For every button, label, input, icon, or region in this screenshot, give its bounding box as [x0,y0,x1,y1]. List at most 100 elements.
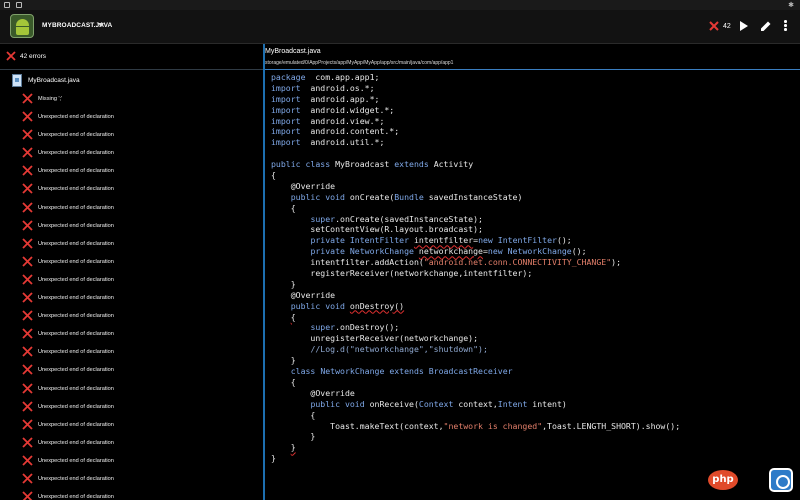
code-token: android.view.*; [300,115,385,126]
error-item[interactable]: Unexpected end of declaration [22,271,262,289]
error-item[interactable]: Unexpected end of declaration [22,180,262,198]
code-token: android.app.*; [300,93,380,104]
run-icon[interactable] [740,21,748,31]
code-token: android.os.*; [300,82,375,93]
error-item[interactable]: Unexpected end of declaration [22,434,262,452]
code-line: { [271,377,680,388]
code-token: { [271,376,296,387]
error-message: Unexpected end of declaration [38,295,114,302]
error-item[interactable]: Unexpected end of declaration [22,108,262,126]
error-icon [22,491,33,500]
code-token: networkchange [418,246,483,257]
code-token: import [271,137,301,148]
code-line: @Override [271,388,680,399]
code-line: import android.widget.*; [271,105,680,116]
java-file-icon [12,74,22,87]
notification-icon [4,2,10,8]
error-item[interactable]: Unexpected end of declaration [22,380,262,398]
error-item[interactable]: Unexpected end of declaration [22,253,262,271]
code-token: .onCreate(savedInstanceState); [335,213,483,224]
error-item[interactable]: Unexpected end of declaration [22,217,262,235]
error-count[interactable]: 42 [723,23,731,30]
error-item[interactable]: Unexpected end of declaration [22,325,262,343]
error-item[interactable]: Unexpected end of declaration [22,289,262,307]
error-message: Unexpected end of declaration [38,222,114,229]
code-token: android.util.*; [300,137,385,148]
code-line: //Log.d("networkchange","shutdown"); [271,344,680,355]
php-watermark-logo: php [708,470,738,490]
error-icon [22,437,33,448]
error-item[interactable]: Unexpected end of declaration [22,144,262,162]
error-message: Unexpected end of declaration [38,114,114,121]
code-token: android.content.*; [300,126,400,137]
error-message: Unexpected end of declaration [38,132,114,139]
code-line: class NetworkChange extends BroadcastRec… [271,366,680,377]
error-item[interactable]: Unexpected end of declaration [22,452,262,470]
code-token: private NetworkChange [310,246,414,257]
code-token: { [271,409,316,420]
code-line: { [271,170,680,181]
code-line: public void onReceive(Context context,In… [271,399,680,410]
error-icon[interactable] [708,20,720,32]
editor-file-name: MyBroadcast.java [265,48,321,55]
errors-header[interactable]: 42 errors [0,44,263,70]
code-line: registerReceiver(networkchange,intentfil… [271,268,680,279]
code-token: public void [310,398,365,409]
editor-header: MyBroadcast.java storage/emulated/0/AppP… [265,44,800,70]
error-item[interactable]: Unexpected end of declaration [22,361,262,379]
error-item[interactable]: Unexpected end of declaration [22,235,262,253]
error-item[interactable]: Unexpected end of declaration [22,126,262,144]
code-token: @Override [271,180,336,191]
error-icon [22,165,33,177]
code-token: onDestroy() [349,300,405,311]
code-line: import android.app.*; [271,94,680,105]
error-message: Unexpected end of declaration [38,150,114,157]
code-token: Toast.makeText(context, [271,420,444,431]
chevron-down-icon[interactable] [98,23,104,27]
error-icon [22,473,33,484]
error-icon [22,328,33,339]
code-token: "android.net.conn.CONNECTIVITY_CHANGE" [423,257,612,268]
code-line: unregisterReceiver(networkchange); [271,333,680,344]
error-message: Unexpected end of declaration [38,204,114,211]
code-token: import [271,93,301,104]
error-item[interactable]: Unexpected end of declaration [22,470,262,488]
code-token: intent) [527,398,567,409]
error-item[interactable]: Unexpected end of declaration [22,199,262,217]
code-token: import [271,82,301,93]
error-message: Unexpected end of declaration [38,349,114,356]
error-icon [22,382,33,394]
code-line: @Override [271,290,680,301]
code-line: import android.view.*; [271,116,680,127]
error-icon [22,346,33,357]
code-token: ); [611,257,621,268]
code-line: { [271,410,680,421]
error-icon [22,274,33,285]
code-line: @Override [271,181,680,192]
code-token: context, [453,398,498,409]
more-vert-icon[interactable] [784,20,788,32]
error-item[interactable]: Unexpected end of declaration [22,488,262,500]
code-token: private IntentFilter [310,235,410,246]
pencil-icon[interactable] [760,20,772,32]
code-token: android.widget.*; [300,104,395,115]
code-token: } [271,453,276,464]
error-item[interactable]: Missing ';' [22,90,262,108]
error-message: Unexpected end of declaration [38,313,114,320]
error-message: Unexpected end of declaration [38,367,114,374]
error-item[interactable]: Unexpected end of declaration [22,343,262,361]
error-item[interactable]: Unexpected end of declaration [22,307,262,325]
error-icon [22,238,33,249]
code-editor[interactable]: MyBroadcast.java storage/emulated/0/AppP… [265,44,800,500]
code-token: setContentView(R.layout.broadcast); [271,224,483,235]
error-item[interactable]: Unexpected end of declaration [22,398,262,416]
code-text[interactable]: package com.app.app1; import android.os.*… [271,72,680,464]
error-item[interactable]: Unexpected end of declaration [22,162,262,180]
code-token: @Override [271,289,336,300]
error-item[interactable]: Unexpected end of declaration [22,416,262,434]
